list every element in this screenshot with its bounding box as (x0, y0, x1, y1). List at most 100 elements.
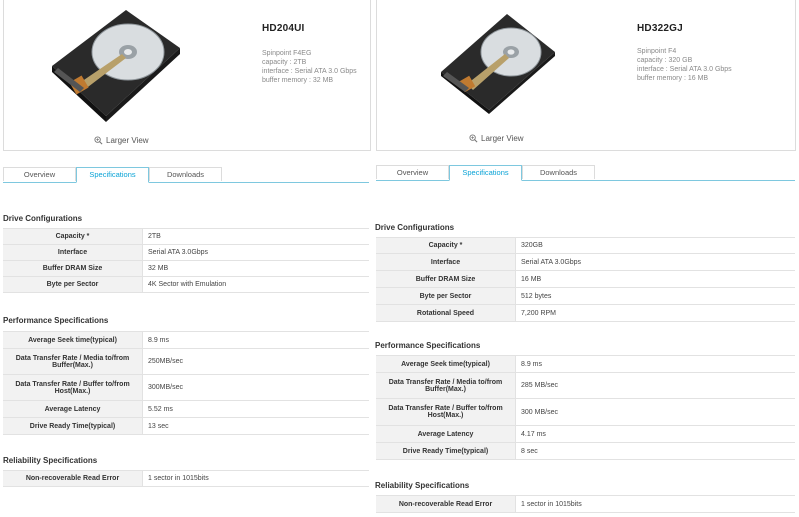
spec-value: 1 sector in 1015bits (515, 495, 795, 513)
larger-view-label: Larger View (106, 136, 149, 145)
spec-key: Data Transfer Rate / Buffer to/from Host… (3, 374, 143, 401)
table-row: Data Transfer Rate / Buffer to/from Host… (3, 374, 369, 401)
table-row: Drive Ready Time(typical) 8 sec (376, 442, 795, 460)
spec-key: Average Latency (376, 425, 516, 443)
spec-key: Average Latency (3, 400, 143, 418)
section-title-drive-config: Drive Configurations (375, 223, 455, 232)
spec-value: 8.9 ms (142, 331, 369, 349)
spec-key: Buffer DRAM Size (376, 270, 516, 288)
table-row: Average Latency 4.17 ms (376, 425, 795, 443)
spec-value: 8.9 ms (515, 355, 795, 373)
reliability-table: Non-recoverable Read Error 1 sector in 10… (3, 470, 369, 487)
tab-specifications[interactable]: Specifications (449, 165, 522, 181)
spec-summary: Spinpoint F4EG capacity : 2TB interface … (262, 49, 357, 85)
tab-overview[interactable]: Overview (3, 167, 76, 181)
spec-value: 5.52 ms (142, 400, 369, 418)
spec-line: buffer memory : 32 MB (262, 77, 334, 84)
hard-drive-image[interactable] (437, 6, 557, 114)
table-row: Byte per Sector 4K Sector with Emulation (3, 276, 369, 293)
spec-key: Non-recoverable Read Error (3, 470, 143, 487)
spec-key: Average Seek time(typical) (376, 355, 516, 373)
table-row: Byte per Sector 512 bytes (376, 287, 795, 305)
spec-value: 4.17 ms (515, 425, 795, 443)
spec-key: Non-recoverable Read Error (376, 495, 516, 513)
spec-key: Byte per Sector (376, 287, 516, 305)
spec-key: Capacity * (3, 228, 143, 245)
table-row: Data Transfer Rate / Buffer to/from Host… (376, 398, 795, 426)
spec-key: Drive Ready Time(typical) (3, 417, 143, 435)
section-title-reliability: Reliability Specifications (375, 481, 470, 490)
spec-line: capacity : 2TB (262, 59, 307, 66)
spec-value: 8 sec (515, 442, 795, 460)
spec-value: 250MB/sec (142, 348, 369, 375)
tab-bar: Overview Specifications Downloads (3, 167, 369, 183)
product-summary: Larger View HD322GJ Spinpoint F4 capacit… (376, 0, 796, 151)
tab-downloads[interactable]: Downloads (522, 165, 595, 179)
tab-downloads[interactable]: Downloads (149, 167, 222, 181)
spec-line: interface : Serial ATA 3.0 Gbps (637, 66, 732, 73)
spec-value: 300MB/sec (142, 374, 369, 401)
spec-value: 300 MB/sec (515, 398, 795, 426)
spec-key: Average Seek time(typical) (3, 331, 143, 349)
hard-drive-image[interactable] (44, 4, 184, 124)
spec-value: 16 MB (515, 270, 795, 288)
spec-line: Spinpoint F4 (637, 48, 677, 55)
drive-config-table: Capacity * 320GB Interface Serial ATA 3.0G… (376, 237, 795, 322)
spec-line: buffer memory : 16 MB (637, 75, 709, 82)
spec-value: 1 sector in 1015bits (142, 470, 369, 487)
model-name: HD322GJ (637, 23, 683, 34)
drive-config-table: Capacity * 2TB Interface Serial ATA 3.0Gbp… (3, 228, 369, 293)
spec-summary: Spinpoint F4 capacity : 320 GB interface… (637, 47, 732, 83)
table-row: Interface Serial ATA 3.0Gbps (376, 253, 795, 271)
section-title-drive-config: Drive Configurations (3, 214, 83, 223)
section-title-performance: Performance Specifications (375, 341, 481, 350)
spec-key: Data Transfer Rate / Media to/from Buffe… (3, 348, 143, 375)
magnifier-icon (94, 136, 103, 145)
table-row: Data Transfer Rate / Media to/from Buffe… (376, 372, 795, 399)
reliability-table: Non-recoverable Read Error 1 sector in 10… (376, 495, 795, 513)
spec-key: Rotational Speed (376, 304, 516, 322)
larger-view-link[interactable]: Larger View (469, 134, 524, 143)
table-row: Rotational Speed 7,200 RPM (376, 304, 795, 322)
tab-bar: Overview Specifications Downloads (376, 165, 795, 181)
spec-key: Data Transfer Rate / Media to/from Buffe… (376, 372, 516, 399)
table-row: Average Latency 5.52 ms (3, 400, 369, 418)
spec-key: Interface (3, 244, 143, 261)
spec-value: 4K Sector with Emulation (142, 276, 369, 293)
table-row: Non-recoverable Read Error 1 sector in 10… (3, 470, 369, 487)
spec-key: Drive Ready Time(typical) (376, 442, 516, 460)
spec-key: Interface (376, 253, 516, 271)
table-row: Interface Serial ATA 3.0Gbps (3, 244, 369, 261)
table-row: Average Seek time(typical) 8.9 ms (376, 355, 795, 373)
section-title-performance: Performance Specifications (3, 316, 109, 325)
spec-value: Serial ATA 3.0Gbps (142, 244, 369, 261)
spec-line: Spinpoint F4EG (262, 50, 312, 57)
spec-line: capacity : 320 GB (637, 57, 693, 64)
spec-key: Byte per Sector (3, 276, 143, 293)
larger-view-label: Larger View (481, 134, 524, 143)
tab-overview[interactable]: Overview (376, 165, 449, 179)
spec-value: 2TB (142, 228, 369, 245)
performance-table: Average Seek time(typical) 8.9 ms Data Tr… (3, 331, 369, 435)
section-title-reliability: Reliability Specifications (3, 456, 98, 465)
spec-key: Capacity * (376, 237, 516, 254)
spec-value: 512 bytes (515, 287, 795, 305)
spec-key: Buffer DRAM Size (3, 260, 143, 277)
model-name: HD204UI (262, 23, 305, 34)
table-row: Buffer DRAM Size 16 MB (376, 270, 795, 288)
tab-specifications[interactable]: Specifications (76, 167, 149, 183)
spec-key: Data Transfer Rate / Buffer to/from Host… (376, 398, 516, 426)
spec-value: 32 MB (142, 260, 369, 277)
table-row: Data Transfer Rate / Media to/from Buffe… (3, 348, 369, 375)
spec-value: 7,200 RPM (515, 304, 795, 322)
table-row: Average Seek time(typical) 8.9 ms (3, 331, 369, 349)
performance-table: Average Seek time(typical) 8.9 ms Data Tr… (376, 355, 795, 460)
magnifier-icon (469, 134, 478, 143)
spec-value: 320GB (515, 237, 795, 254)
table-row: Drive Ready Time(typical) 13 sec (3, 417, 369, 435)
spec-value: 285 MB/sec (515, 372, 795, 399)
spec-value: 13 sec (142, 417, 369, 435)
table-row: Capacity * 320GB (376, 237, 795, 254)
larger-view-link[interactable]: Larger View (94, 136, 149, 145)
table-row: Non-recoverable Read Error 1 sector in 10… (376, 495, 795, 513)
